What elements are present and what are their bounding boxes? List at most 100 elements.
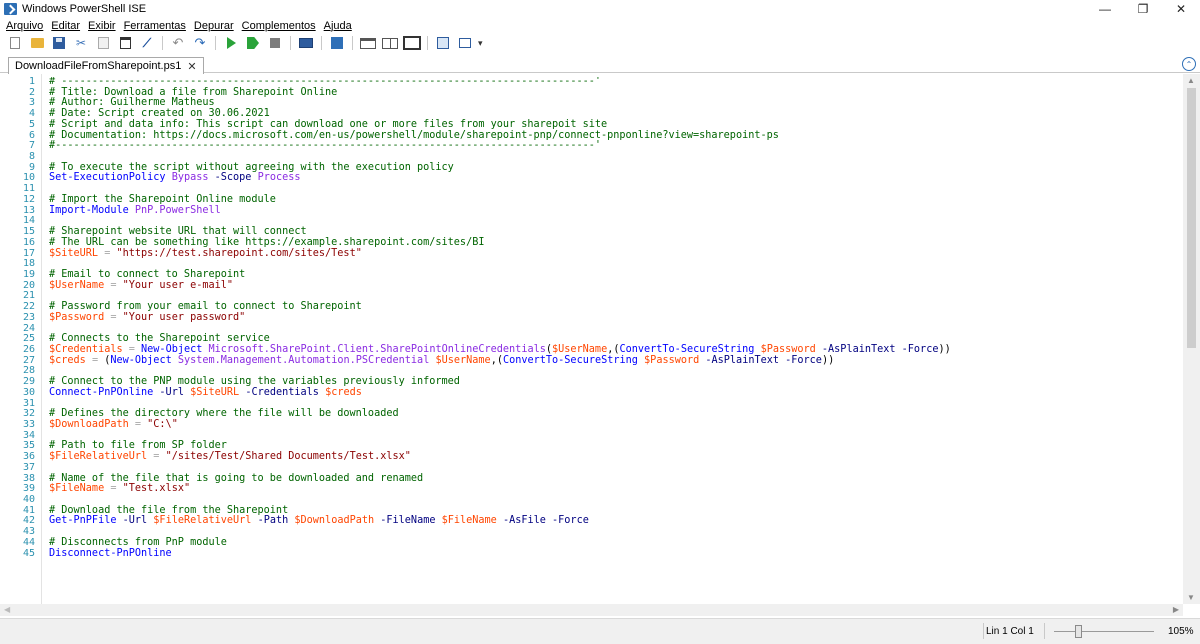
collapse-script-pane-button[interactable]: ⌃ (1182, 57, 1196, 71)
pane-right-icon (382, 37, 398, 49)
scroll-up-icon[interactable]: ▲ (1187, 76, 1195, 85)
zoom-slider-thumb[interactable] (1075, 625, 1082, 638)
code-token: -Url (159, 386, 184, 398)
script-editor[interactable]: 1 2 3 4 5 6 7 8 9 10 11 12 13 14 15 16 17 18 19 20 21 22 23 24 2… (0, 74, 1200, 614)
code-line: Import-Module PnP.PowerShell (49, 204, 1179, 217)
toolbar-overflow-icon[interactable]: ▾ (478, 38, 483, 49)
run-selection-icon (247, 37, 259, 49)
code-token: # Disconnects from PnP module (49, 536, 227, 548)
code-line: $creds = (New-Object System.Management.A… (49, 354, 1179, 367)
remote-powershell-icon (299, 38, 313, 48)
menu-arquivo[interactable]: Arquivo (6, 20, 43, 32)
powershell-console-button[interactable] (326, 34, 348, 52)
tab-label: DownloadFileFromSharepoint.ps1 (15, 60, 182, 72)
horizontal-scrollbar[interactable]: ◀ ▶ (0, 604, 1183, 616)
code-token: # Documentation: https://docs.microsoft.… (49, 129, 779, 141)
redo-button[interactable]: ↷ (189, 34, 211, 52)
line-number: 45 (22, 547, 35, 559)
minimize-button[interactable]: — (1086, 0, 1124, 18)
code-token: Microsoft.SharePoint.Client.SharePointOn… (208, 343, 546, 355)
code-token: "/sites/Test/Shared Documents/Test.xlsx" (165, 451, 411, 463)
code-token: -Force (785, 354, 822, 366)
code-line: # Defines the directory where the file w… (49, 408, 1179, 420)
code-token: # Script and data info: This script can … (49, 118, 608, 130)
code-token: -Path (257, 515, 289, 527)
menu-depurar[interactable]: Depurar (194, 20, 234, 32)
code-token: Process (257, 172, 301, 184)
command-addon-button[interactable] (454, 34, 476, 52)
vertical-scrollbar[interactable]: ▲ ▼ (1183, 74, 1200, 604)
stop-button[interactable] (264, 34, 286, 52)
window-title: Windows PowerShell ISE (22, 3, 147, 15)
snippets-button[interactable] (432, 34, 454, 52)
new-file-button[interactable] (4, 34, 26, 52)
close-button[interactable]: ✕ (1162, 0, 1200, 18)
status-separator (1044, 623, 1045, 639)
powershell-app-icon (4, 3, 17, 15)
toolbar-separator (321, 36, 322, 50)
paste-button[interactable] (114, 34, 136, 52)
undo-button[interactable]: ↶ (167, 34, 189, 52)
run-selection-button[interactable] (242, 34, 264, 52)
code-token: # Connects to the Sharepoint service (49, 333, 270, 345)
minimize-icon: — (1099, 2, 1111, 16)
menu-editar[interactable]: Editar (51, 20, 80, 32)
save-button[interactable] (48, 34, 70, 52)
code-token: $Credentials (49, 343, 123, 355)
menu-complementos[interactable]: Complementos (242, 20, 316, 32)
vertical-scroll-thumb[interactable] (1187, 88, 1196, 348)
copy-button[interactable] (92, 34, 114, 52)
code-token: # Defines the directory where the file w… (49, 408, 399, 420)
open-folder-icon (30, 38, 44, 48)
code-token: -Scope (214, 172, 252, 184)
show-script-pane-max-button[interactable] (401, 34, 423, 52)
code-token: $Password (49, 311, 105, 323)
menu-ajuda[interactable]: Ajuda (324, 20, 352, 32)
menu-exibir[interactable]: Exibir (88, 20, 116, 32)
code-token: $FileName (441, 515, 497, 527)
code-token: "C:\" (147, 419, 178, 430)
maximize-button[interactable]: ❐ (1124, 0, 1162, 18)
remote-tab-button[interactable] (295, 34, 317, 52)
code-line: Get-PnPFile -Url $FileRelativeUrl -Path … (49, 516, 1179, 527)
code-token: "https://test.sharepoint.com/sites/Test" (116, 247, 362, 259)
code-token: $UserName (552, 343, 608, 355)
command-addon-icon (459, 38, 471, 48)
run-script-button[interactable] (220, 34, 242, 52)
code-area[interactable]: # --------------------------------------… (49, 77, 1179, 602)
code-token: -Url (122, 515, 148, 527)
show-script-pane-top-button[interactable] (357, 34, 379, 52)
tab-downloadfilefromsharepoint[interactable]: DownloadFileFromSharepoint.ps1 ✕ (8, 57, 204, 74)
code-token: # --------------------------------------… (49, 77, 602, 87)
pane-top-icon (360, 37, 376, 49)
clear-console-button[interactable]: ⟋ (136, 34, 158, 52)
code-token: # Connect to the PNP module using the va… (49, 376, 460, 388)
scroll-left-icon[interactable]: ◀ (4, 605, 10, 614)
close-icon[interactable]: ✕ (187, 60, 196, 73)
powershell-icon (331, 37, 343, 49)
code-token: $SiteURL (49, 247, 99, 259)
code-token: ConvertTo-SecureString (619, 343, 755, 355)
code-token: # The URL can be something like https://… (49, 236, 485, 248)
menu-ferramentas[interactable]: Ferramentas (124, 20, 186, 32)
show-script-pane-right-button[interactable] (379, 34, 401, 52)
toolbar-separator (162, 36, 163, 50)
code-token: $DownloadPath (294, 515, 375, 527)
open-button[interactable] (26, 34, 48, 52)
code-token: # Author: Guilherme Matheus (49, 97, 215, 109)
code-token: "Your user e-mail" (122, 279, 234, 291)
zoom-slider[interactable] (1054, 631, 1154, 632)
title-bar: Windows PowerShell ISE — ❐ ✕ (0, 0, 1200, 18)
code-token: -AsPlainText (821, 343, 896, 355)
code-token: -Force (901, 343, 939, 355)
code-token: # Sharepoint website URL that will conne… (49, 226, 307, 238)
code-token: Get-PnPFile (49, 515, 117, 527)
scroll-down-icon[interactable]: ▼ (1187, 593, 1195, 602)
code-line: $FileRelativeUrl = "/sites/Test/Shared D… (49, 451, 1179, 463)
line-number: 16 (22, 236, 35, 248)
code-token: Import-Module (49, 204, 129, 216)
code-token: # Name of the file that is going to be d… (49, 472, 424, 484)
cut-button[interactable]: ✂ (70, 34, 92, 52)
scroll-right-icon[interactable]: ▶ (1173, 605, 1179, 614)
code-token: Connect-PnPOnline (49, 386, 154, 398)
